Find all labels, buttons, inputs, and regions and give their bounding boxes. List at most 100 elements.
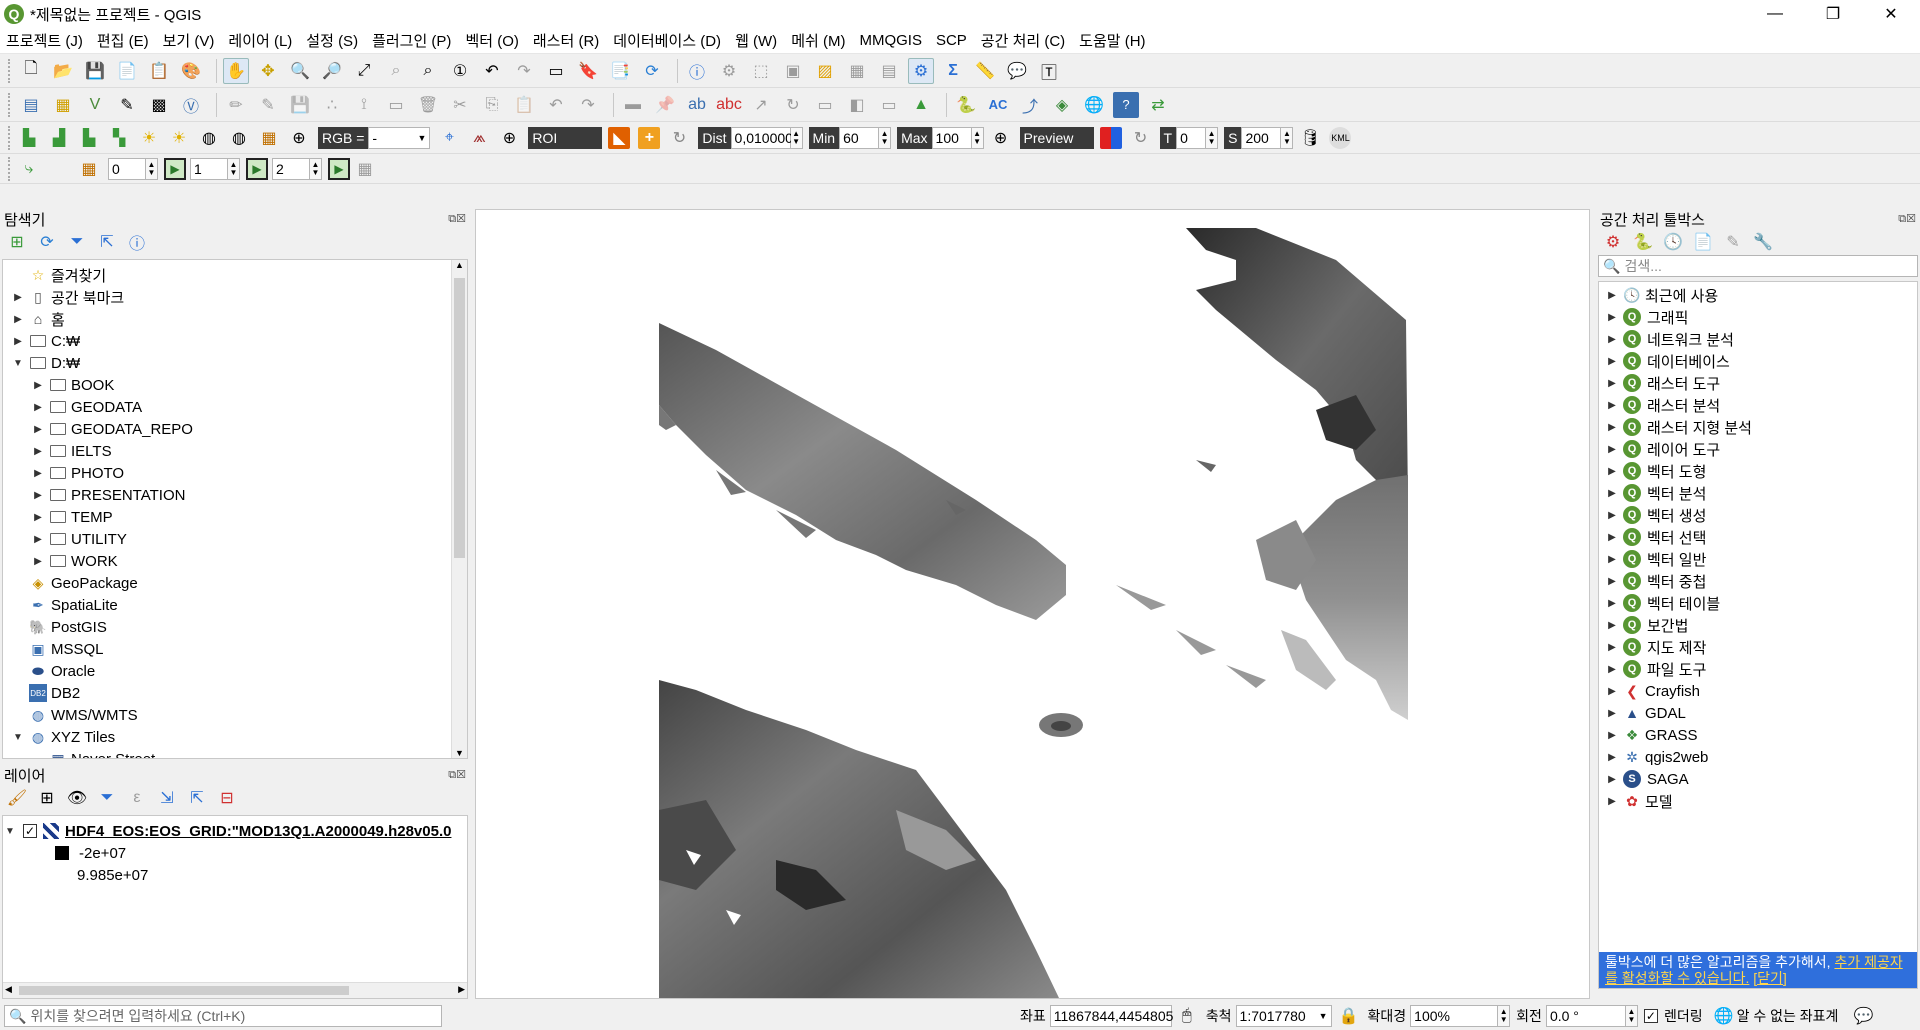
pan-to-selection-icon[interactable]: ✥ xyxy=(255,58,281,84)
layers-plugin-icon[interactable]: ◈ xyxy=(1049,92,1075,118)
browser-item[interactable]: ▶ ▯ 공간 북마크 xyxy=(3,286,467,308)
expand-arrow-icon[interactable]: ▶ xyxy=(1605,290,1619,301)
scp-sun-plus-icon[interactable]: ☀ xyxy=(168,127,190,149)
browser-item[interactable]: ▶ WORK xyxy=(3,550,467,572)
zoom-in-icon[interactable]: 🔍 xyxy=(287,58,313,84)
scp-spectral-icon[interactable]: ⌖ xyxy=(438,127,460,149)
crs-label[interactable]: 알 수 없는 좌표계 xyxy=(1737,1006,1839,1026)
menu-item[interactable]: 플러그인 (P) xyxy=(372,30,451,51)
python-console-icon[interactable]: 🐍 xyxy=(953,92,979,118)
toolbar-grip[interactable] xyxy=(8,156,12,181)
browser-item[interactable]: ▶ GEODATA xyxy=(3,396,467,418)
collapse-arrow-icon[interactable]: ▼ xyxy=(11,358,25,369)
menu-item[interactable]: 프로젝트 (J) xyxy=(6,30,83,51)
scp-histogram-icon[interactable]: ▙ xyxy=(18,127,40,149)
browser-scrollbar[interactable]: ▲ ▼ xyxy=(451,260,467,758)
menu-item[interactable]: 도움말 (H) xyxy=(1079,30,1145,51)
band-0-input[interactable]: 0 xyxy=(108,157,146,180)
expand-arrow-icon[interactable]: ▶ xyxy=(1605,664,1619,675)
show-bookmarks-icon[interactable]: 📑 xyxy=(607,58,633,84)
min-spinner[interactable]: ▲ ▼ xyxy=(879,126,892,149)
expand-arrow-icon[interactable]: ▶ xyxy=(1605,488,1619,499)
browser-item[interactable]: ▼ D:₩ xyxy=(3,352,467,374)
expand-arrow-icon[interactable]: ▶ xyxy=(1605,576,1619,587)
add-group-icon[interactable]: ⊞ xyxy=(36,787,58,809)
menu-item[interactable]: 웹 (W) xyxy=(735,30,777,51)
toolbox-provider[interactable]: ▶ ❖ GRASS xyxy=(1599,724,1917,746)
redo-icon[interactable]: ↷ xyxy=(575,92,601,118)
scroll-up-icon[interactable]: ▲ xyxy=(452,260,467,276)
menu-item[interactable]: 보기 (V) xyxy=(163,30,215,51)
maximize-button[interactable]: ❐ xyxy=(1804,0,1862,28)
toolbox-provider[interactable]: ▶ Q 벡터 분석 xyxy=(1599,482,1917,504)
expand-arrow-icon[interactable]: ▶ xyxy=(1605,554,1619,565)
t-spinner[interactable]: ▲ ▼ xyxy=(1206,126,1219,149)
menu-item[interactable]: SCP xyxy=(936,32,967,49)
panel-float-close-icons[interactable]: ⧉☒ xyxy=(448,768,466,782)
refresh-browser-icon[interactable]: ⟳ xyxy=(36,231,58,253)
hscroll-thumb[interactable] xyxy=(19,986,349,995)
toolbox-provider[interactable]: ▶ Q 파일 도구 xyxy=(1599,658,1917,680)
add-virtual-layer-icon[interactable]: Ⓥ xyxy=(178,92,204,118)
toggle-extents-icon[interactable]: 🖱 xyxy=(1176,1005,1198,1027)
s-spinner[interactable]: ▲ ▼ xyxy=(1281,126,1294,149)
zoom-full-icon[interactable]: ⤢ xyxy=(351,58,377,84)
expand-arrow-icon[interactable]: ▶ xyxy=(1605,532,1619,543)
magnifier-field[interactable]: 100% xyxy=(1410,1005,1499,1027)
deselect-all-icon[interactable]: ▨ xyxy=(812,58,838,84)
crs-globe-icon[interactable]: 🌐 xyxy=(1713,1005,1735,1027)
zoom-out-icon[interactable]: 🔎 xyxy=(319,58,345,84)
scale-combo[interactable]: 1:7017780 ▼ xyxy=(1235,1005,1332,1027)
zoom-selection-icon[interactable]: ⌕ xyxy=(383,58,409,84)
scp-zoom-roi-icon[interactable]: ⊕ xyxy=(498,127,520,149)
profile-plugin-icon[interactable]: ⤴ xyxy=(1017,92,1043,118)
band-0-spinner[interactable]: ▲ ▼ xyxy=(146,157,158,180)
options-icon[interactable]: 🔧 xyxy=(1752,231,1774,253)
scripts-icon[interactable]: 🐍 xyxy=(1632,231,1654,253)
expand-arrow-icon[interactable]: ▶ xyxy=(1605,730,1619,741)
undo-icon[interactable]: ↶ xyxy=(543,92,569,118)
measure-line-icon[interactable]: 📏 xyxy=(972,58,998,84)
menu-item[interactable]: 메쉬 (M) xyxy=(791,30,845,51)
layer-visibility-checkbox[interactable]: ✓ xyxy=(23,824,37,838)
help-icon[interactable]: ? xyxy=(1113,91,1139,118)
ac-plugin-icon[interactable]: AC xyxy=(985,92,1011,118)
expand-arrow-icon[interactable]: ▶ xyxy=(1605,620,1619,631)
band-2-apply-icon[interactable]: ▶ xyxy=(328,157,350,180)
remove-layer-icon[interactable]: ⊟ xyxy=(216,787,238,809)
expand-arrow-icon[interactable]: ▶ xyxy=(1605,642,1619,653)
expand-arrow-icon[interactable]: ▶ xyxy=(1605,752,1619,763)
menu-item[interactable]: 레이어 (L) xyxy=(228,30,292,51)
expand-arrow-icon[interactable]: ▶ xyxy=(1605,708,1619,719)
processing-toolbox-icon[interactable]: ⚙ xyxy=(908,57,934,84)
expand-arrow-icon[interactable]: ▶ xyxy=(1605,510,1619,521)
max-input[interactable]: 100 xyxy=(931,126,972,149)
scroll-left-icon[interactable]: ◀ xyxy=(5,984,12,995)
filter-legend-icon[interactable]: ⏷ xyxy=(96,787,118,809)
toolbox-provider[interactable]: ▶ Q 래스터 분석 xyxy=(1599,394,1917,416)
toolbox-provider[interactable]: ▶ ❮ Crayfish xyxy=(1599,680,1917,702)
toolbar-grip[interactable] xyxy=(8,125,12,150)
menu-item[interactable]: 벡터 (O) xyxy=(465,30,518,51)
label-tool-icon[interactable]: ▬ xyxy=(620,92,646,118)
digitize-icon[interactable]: ✎ xyxy=(114,92,140,118)
scp-roi-pointer-icon[interactable]: ⩕ xyxy=(468,127,490,149)
browser-item[interactable]: ▶ BOOK xyxy=(3,374,467,396)
expand-arrow-icon[interactable]: ▶ xyxy=(31,534,45,545)
scp-redo-preview-icon[interactable]: ↻ xyxy=(1130,127,1152,149)
dist-input[interactable]: 0,010000 xyxy=(730,126,793,149)
max-spinner[interactable]: ▲ ▼ xyxy=(971,126,984,149)
s-input[interactable]: 200 xyxy=(1241,126,1282,149)
layers-hscrollbar[interactable]: ◀ ▶ xyxy=(3,982,467,998)
expand-arrow-icon[interactable]: ▶ xyxy=(1605,400,1619,411)
expand-arrow-icon[interactable]: ▶ xyxy=(31,512,45,523)
messages-icon[interactable]: 💬 xyxy=(1852,1005,1874,1027)
layer-name[interactable]: HDF4_EOS:EOS_GRID:"MOD13Q1.A2000049.h28v… xyxy=(65,823,465,840)
toolbox-provider[interactable]: ▶ Q 벡터 일반 xyxy=(1599,548,1917,570)
add-feature-icon[interactable]: ∴ xyxy=(319,92,345,118)
toolbox-provider[interactable]: ▶ Q 벡터 생성 xyxy=(1599,504,1917,526)
panel-float-close-icons[interactable]: ⧉☒ xyxy=(448,212,466,226)
lock-scale-icon[interactable]: 🔒 xyxy=(1338,1005,1360,1027)
pin-labels-icon[interactable]: 📌 xyxy=(652,92,678,118)
band-0-apply-icon[interactable]: ▶ xyxy=(164,157,186,180)
